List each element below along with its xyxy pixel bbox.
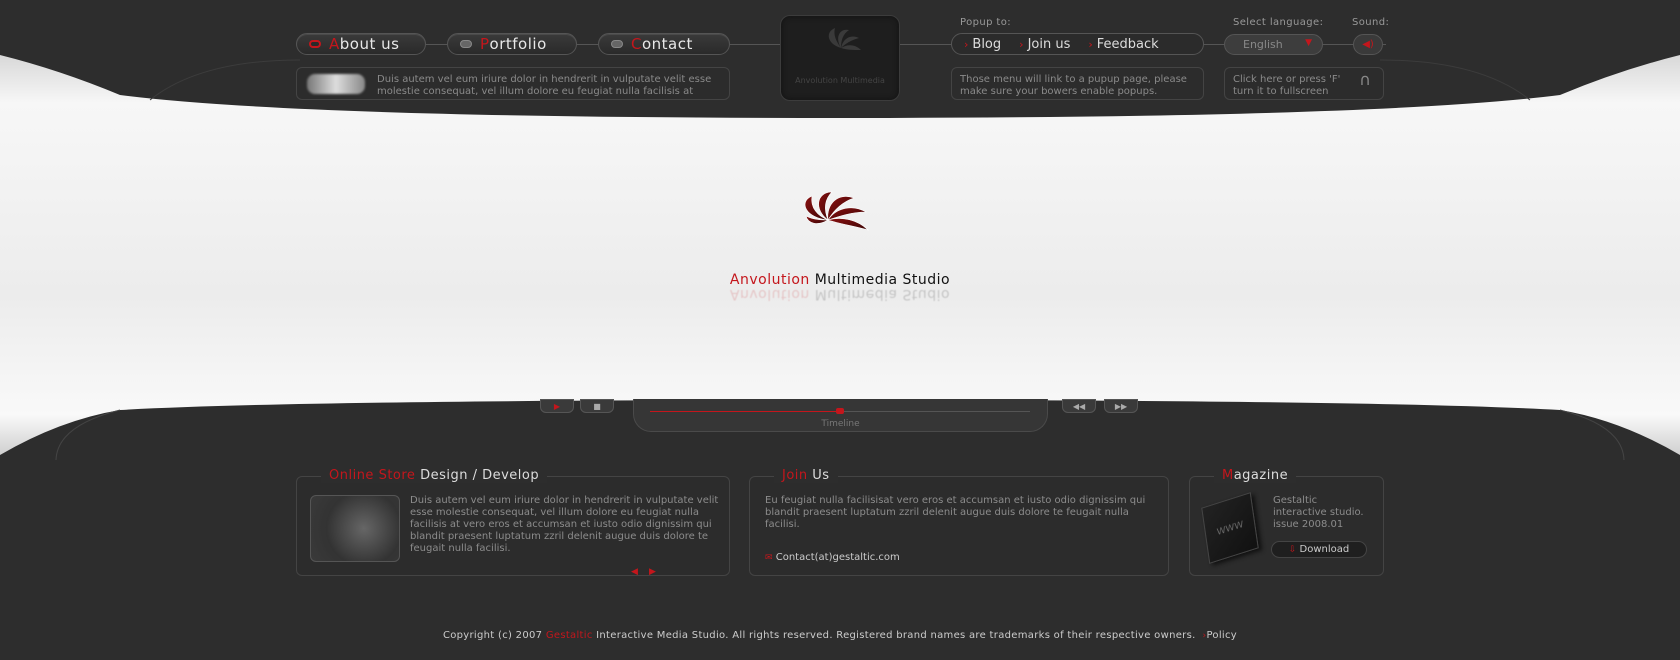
timeline-label: Timeline — [821, 419, 860, 429]
magazine-title: Magazine — [1214, 468, 1297, 483]
join-title-rest: Us — [807, 468, 830, 483]
mail-icon: ✉ — [765, 553, 773, 563]
online-store-panel: Online Store Design / Develop Duis autem… — [296, 468, 730, 577]
nav-contact-label: ontact — [641, 35, 693, 53]
footer-policy-link[interactable]: Policy — [1206, 630, 1237, 641]
join-text: Eu feugiat nulla facilisisat vero eros e… — [765, 495, 1146, 530]
indicator-icon — [460, 40, 472, 48]
join-title-red: Join — [782, 468, 808, 483]
fullscreen-note-text: Click here or press 'F' turn it to fulls… — [1233, 74, 1341, 97]
brand-reflection-red: Anvolution — [729, 286, 810, 302]
chevron-down-icon: ▼ — [1305, 38, 1312, 48]
brand-title-reflection: Anvolution Multimedia Studio — [0, 286, 1680, 302]
contact-email-link[interactable]: ✉ Contact(at)gestaltic.com — [765, 552, 900, 563]
page: { "nav": { "about": {"first": "A", "rest… — [0, 0, 1680, 660]
timeline-handle[interactable] — [836, 408, 844, 414]
stop-icon: ■ — [593, 401, 601, 411]
download-button[interactable]: ⇩ Download — [1271, 541, 1367, 558]
join-us-panel: Join Us Eu feugiat nulla facilisisat ver… — [749, 468, 1169, 576]
store-text: Duis autem vel eum iriure dolor in hendr… — [410, 495, 719, 554]
download-label: Download — [1299, 544, 1350, 555]
brand-logo-icon — [804, 191, 870, 231]
logo-mark-icon — [828, 28, 861, 50]
timeline-bar: Timeline — [633, 399, 1048, 432]
footer-brand-link[interactable]: Gestaltic — [546, 630, 593, 641]
nav-about-us[interactable]: About us — [296, 33, 426, 55]
language-value: English — [1243, 38, 1283, 51]
magazine-title-red: M — [1222, 468, 1234, 483]
popup-join-link[interactable]: Join us — [1019, 37, 1071, 52]
popup-blog-link[interactable]: Blog — [964, 37, 1001, 52]
magazine-text: Gestaltic interactive studio. issue 2008… — [1273, 495, 1364, 530]
footer-rights: Interactive Media Studio. All rights res… — [592, 630, 1196, 641]
news-text: Duis autem vel eum iriure dolor in hendr… — [377, 74, 712, 97]
magazine-title-rest: agazine — [1233, 468, 1289, 483]
next-arrow-icon[interactable]: ▶ — [649, 567, 656, 577]
sound-label: Sound: — [1352, 17, 1390, 28]
news-thumbnail — [307, 74, 365, 94]
play-icon: ▶ — [553, 401, 561, 411]
contact-email-text: Contact(at)gestaltic.com — [775, 552, 900, 563]
play-button[interactable]: ▶ — [540, 399, 574, 413]
logo-tile-text: Anvolution Multimedia — [795, 76, 885, 85]
rewind-icon: ◀◀ — [1072, 401, 1086, 411]
online-store-title: Online Store Design / Develop — [321, 468, 548, 483]
active-indicator-icon — [309, 40, 321, 48]
news-ticker[interactable]: Duis autem vel eum iriure dolor in hendr… — [296, 67, 730, 100]
popup-label: Popup to: — [960, 17, 1012, 28]
speaker-icon: ◀) — [1362, 39, 1374, 50]
stop-button[interactable]: ■ — [580, 399, 614, 413]
magazine-cover-icon[interactable]: WWW — [1201, 492, 1259, 564]
nav-contact-first-letter: C — [631, 35, 642, 53]
previous-arrow-icon[interactable]: ◀ — [631, 567, 638, 577]
nav-about-label: bout us — [339, 35, 400, 53]
brand-reflection-rest: Multimedia Studio — [809, 286, 951, 302]
popup-menu: Blog Join us Feedback — [951, 33, 1204, 55]
language-select[interactable]: English ▼ — [1224, 34, 1323, 55]
magazine-panel: Magazine WWW Gestaltic interactive studi… — [1189, 468, 1384, 576]
store-title-rest: Design / Develop — [415, 468, 540, 483]
fast-forward-icon: ▶▶ — [1114, 401, 1128, 411]
store-thumbnail[interactable] — [310, 495, 400, 562]
nav-about-first-letter: A — [329, 35, 340, 53]
nav-portfolio-first-letter: P — [480, 35, 490, 53]
sound-toggle[interactable]: ◀) — [1353, 34, 1383, 55]
fast-forward-button[interactable]: ▶▶ — [1104, 399, 1138, 413]
fullscreen-hint[interactable]: Click here or press 'F' turn it to fulls… — [1224, 67, 1384, 100]
logo-tile[interactable]: Anvolution Multimedia — [780, 15, 900, 101]
download-icon: ⇩ — [1288, 545, 1297, 555]
rewind-button[interactable]: ◀◀ — [1062, 399, 1096, 413]
timeline-progress — [650, 411, 840, 412]
popup-note-text: Those menu will link to a pupup page, pl… — [960, 74, 1187, 97]
footer-copyright: Copyright (c) 2007 — [442, 630, 546, 641]
popup-note: Those menu will link to a pupup page, pl… — [951, 67, 1204, 100]
headphones-icon: ∩ — [1359, 70, 1371, 89]
footer: Copyright (c) 2007 Gestaltic Interactive… — [0, 630, 1680, 641]
store-title-red: Online Store — [329, 468, 416, 483]
join-us-title: Join Us — [774, 468, 838, 483]
nav-portfolio[interactable]: Portfolio — [447, 33, 577, 55]
nav-contact[interactable]: Contact — [598, 33, 730, 55]
popup-feedback-link[interactable]: Feedback — [1088, 37, 1159, 52]
indicator-icon — [611, 40, 623, 48]
nav-portfolio-label: ortfolio — [489, 35, 547, 53]
language-label: Select language: — [1233, 17, 1324, 28]
